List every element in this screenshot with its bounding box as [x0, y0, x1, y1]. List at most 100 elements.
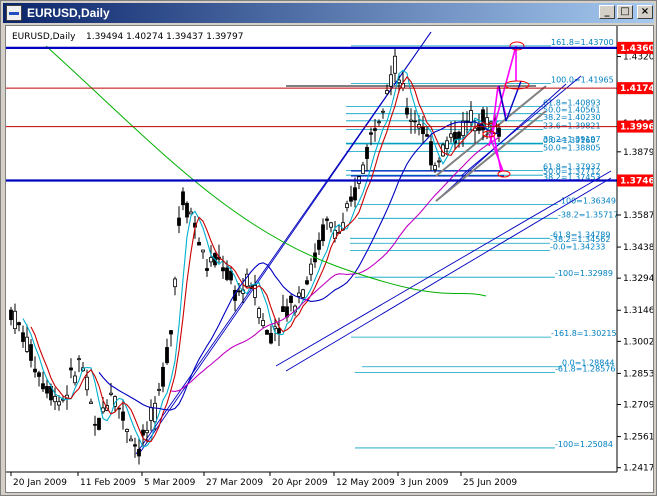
chart-area[interactable]: 161.8=1.43700 100.0=1.41965 61.8=1.40893 50…: [5, 25, 657, 493]
candle-body: [69, 367, 73, 371]
candle-body: [317, 239, 321, 250]
time-tick-label: 20 Jan 2009: [13, 478, 67, 488]
horizontal-line-layer: [6, 46, 617, 182]
candle-body: [449, 133, 453, 138]
candle-body: [497, 127, 501, 137]
price-tick-label: 1.35870: [623, 211, 653, 221]
candle-body: [257, 308, 261, 319]
candle-body: [265, 330, 269, 335]
candle-body: [321, 224, 325, 242]
candle-body: [373, 128, 377, 131]
candle-body: [289, 295, 293, 303]
candle-body: [237, 290, 241, 293]
candle-body: [433, 165, 437, 171]
candle-body: [393, 55, 397, 74]
candle-body: [17, 322, 21, 326]
candle-body: [149, 407, 153, 421]
price-tag-label: 1.39964: [620, 123, 653, 133]
fib-level-label: -38.2=1.35717: [558, 210, 618, 219]
candle-body: [33, 368, 37, 373]
candle-body: [109, 392, 113, 395]
candle-body: [161, 366, 165, 387]
candle-body: [369, 132, 373, 135]
candle-body: [101, 407, 105, 413]
candle-body: [37, 372, 41, 377]
fibonacci-layer: 161.8=1.43700100.0=1.4196561.8=1.4089350…: [346, 38, 618, 449]
candle-body: [377, 121, 381, 124]
candle-body: [53, 395, 57, 403]
chart-icon[interactable]: [6, 5, 22, 21]
candle-body: [309, 263, 313, 275]
candle-body: [45, 386, 49, 394]
fib-level-label: -0.0=1.34233: [550, 242, 605, 251]
candle-body: [21, 332, 25, 342]
candle-body: [329, 222, 333, 228]
price-tag-label: 1.37467: [620, 176, 653, 186]
fib-level-label: -161.8=1.30215: [551, 329, 617, 338]
chart-info-ohlc: 1.39494 1.40274 1.39437 1.39797: [86, 32, 243, 42]
price-tick-label: 1.25610: [623, 433, 653, 443]
price-tick-label: 1.38795: [623, 148, 653, 158]
candle-body: [77, 358, 81, 361]
close-button[interactable]: ×: [637, 5, 653, 19]
candle-body: [221, 267, 225, 272]
candle-body: [25, 336, 29, 352]
candle-body: [277, 328, 281, 334]
candle-body: [421, 126, 425, 135]
candle-body: [361, 164, 365, 174]
candle-body: [189, 211, 193, 215]
candle-body: [305, 280, 309, 285]
maximize-button[interactable]: □: [617, 5, 633, 19]
chart-window: EURUSD,Daily _ □ × 161.8=1.43700 100.0=1.…: [0, 0, 657, 496]
candle-body: [57, 401, 61, 406]
candle-body: [89, 401, 93, 404]
candle-body: [389, 74, 393, 87]
chart-info-symbol: EURUSD,Daily: [12, 32, 76, 42]
time-tick-label: 5 Mar 2009: [144, 478, 196, 488]
candle-body: [461, 120, 465, 136]
candle-body: [181, 191, 185, 206]
price-tick-label: 1.32945: [623, 274, 653, 284]
candle-body: [177, 217, 181, 226]
fib-level-label: -61.8=1.28576: [555, 365, 615, 374]
candle-body: [169, 330, 173, 335]
price-tick-label: 1.27095: [623, 401, 653, 411]
price-chart[interactable]: 161.8=1.43700100.0=1.4196561.8=1.4089350…: [6, 26, 657, 492]
candle-body: [225, 267, 229, 280]
candle-body: [345, 203, 349, 209]
candle-body: [145, 429, 149, 434]
candle-body: [29, 344, 33, 361]
candle-body: [9, 309, 13, 321]
candle-body: [133, 444, 137, 447]
fib-level-label: -100=1.32989: [555, 269, 613, 278]
candle-body: [137, 448, 141, 457]
candle-body: [185, 202, 189, 218]
candle-body: [429, 141, 433, 166]
time-tick-label: 25 Jun 2009: [463, 478, 517, 488]
candle-body: [13, 310, 17, 330]
time-tick-label: 12 May 2009: [336, 478, 395, 488]
candle-body: [469, 110, 473, 124]
candle-body: [457, 131, 461, 140]
candle-body: [73, 375, 77, 384]
candle-body: [129, 438, 133, 442]
candle-layer: [9, 47, 501, 465]
red-ma-line: [30, 76, 500, 442]
candle-body: [209, 257, 213, 263]
candle-body: [425, 134, 429, 137]
price-tag-label: 1.43608: [620, 44, 653, 54]
candle-body: [121, 411, 125, 421]
title-bar[interactable]: EURUSD,Daily _ □ ×: [3, 3, 654, 23]
candle-body: [269, 332, 273, 344]
minimize-button[interactable]: _: [599, 5, 615, 19]
candle-body: [381, 110, 385, 113]
time-tick-label: 20 Apr 2009: [272, 478, 328, 488]
candle-body: [409, 119, 413, 122]
candle-body: [197, 241, 201, 246]
candle-body: [301, 289, 305, 298]
candle-body: [201, 249, 205, 253]
candle-body: [437, 160, 441, 163]
candle-body: [153, 402, 157, 423]
time-tick-label: 3 Jun 2009: [400, 478, 449, 488]
candle-body: [325, 218, 329, 221]
